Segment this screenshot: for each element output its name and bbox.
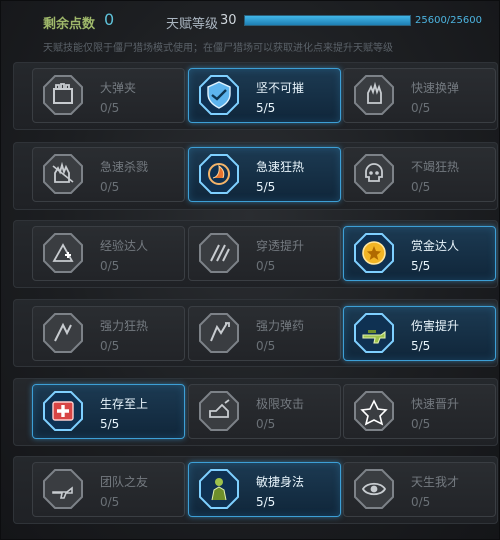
talent-level: 0/5 bbox=[100, 101, 120, 115]
talent-level: 0/5 bbox=[256, 417, 276, 431]
talent-card[interactable]: 坚不可摧 5/5 bbox=[188, 68, 341, 123]
talent-level-label: 天赋等级 bbox=[166, 17, 219, 32]
talent-name: 天生我才 bbox=[411, 475, 460, 489]
talent-level: 5/5 bbox=[100, 417, 120, 431]
skull-icon bbox=[352, 152, 396, 196]
remaining-points-label: 剩余点数 bbox=[43, 17, 96, 32]
soldier-icon bbox=[197, 467, 241, 511]
talent-note: 天赋技能仅限于僵尸猎场模式使用；在僵尸猎场可以获取进化点来提升天赋等级 bbox=[43, 43, 393, 54]
talent-card[interactable]: 不竭狂热 0/5 bbox=[343, 147, 496, 202]
eye-icon bbox=[352, 467, 396, 511]
talent-level: 0/5 bbox=[100, 339, 120, 353]
talent-name: 快速换弹 bbox=[411, 81, 460, 95]
talent-level: 0/5 bbox=[256, 259, 276, 273]
talent-name: 生存至上 bbox=[100, 397, 149, 411]
talent-level: 0/5 bbox=[411, 101, 431, 115]
power-ammo-icon bbox=[197, 311, 241, 355]
talent-name: 经验达人 bbox=[100, 239, 149, 253]
talent-card[interactable]: 强力弹药 0/5 bbox=[188, 306, 341, 361]
talent-card[interactable]: 大弹夹 0/5 bbox=[32, 68, 185, 123]
talent-card[interactable]: 穿透提升 0/5 bbox=[188, 226, 341, 281]
talent-card[interactable]: 伤害提升 5/5 bbox=[343, 306, 496, 361]
talent-name: 团队之友 bbox=[100, 475, 149, 489]
talent-level: 0/5 bbox=[411, 180, 431, 194]
talent-card[interactable]: 赏金达人 5/5 bbox=[343, 226, 496, 281]
talent-name: 敏捷身法 bbox=[256, 475, 305, 489]
talent-level: 0/5 bbox=[411, 417, 431, 431]
talent-name: 极限攻击 bbox=[256, 397, 305, 411]
talent-name: 急速杀戮 bbox=[100, 160, 149, 174]
penetration-icon bbox=[197, 231, 241, 275]
xp-progress-fill bbox=[245, 16, 410, 25]
talent-card[interactable]: 急速杀戮 0/5 bbox=[32, 147, 185, 202]
team-gun-icon bbox=[41, 467, 85, 511]
talent-name: 穿透提升 bbox=[256, 239, 305, 253]
talent-card[interactable]: 强力狂热 0/5 bbox=[32, 306, 185, 361]
talent-name: 急速狂热 bbox=[256, 160, 305, 174]
talent-card[interactable]: 急速狂热 5/5 bbox=[188, 147, 341, 202]
talent-card[interactable]: 快速换弹 0/5 bbox=[343, 68, 496, 123]
gold-coin-icon bbox=[352, 231, 396, 275]
talent-card[interactable]: 敏捷身法 5/5 bbox=[188, 462, 341, 517]
talent-level: 5/5 bbox=[256, 180, 276, 194]
talent-level: 5/5 bbox=[256, 101, 276, 115]
xp-progress-text: 25600/25600 bbox=[415, 15, 482, 26]
talent-level: 0/5 bbox=[100, 495, 120, 509]
talent-level: 0/5 bbox=[411, 495, 431, 509]
talent-name: 快速晋升 bbox=[411, 397, 460, 411]
rifle-icon bbox=[352, 311, 396, 355]
shield-icon bbox=[197, 73, 241, 117]
talent-name: 伤害提升 bbox=[411, 319, 460, 333]
talent-name: 强力弹药 bbox=[256, 319, 305, 333]
talent-level: 0/5 bbox=[256, 339, 276, 353]
talent-header: 剩余点数 0 天赋等级 30 25600/25600 天赋技能仅限于僵尸猎场模式… bbox=[1, 1, 500, 61]
talent-card[interactable]: 团队之友 0/5 bbox=[32, 462, 185, 517]
talent-card[interactable]: 极限攻击 0/5 bbox=[188, 384, 341, 439]
extreme-attack-icon bbox=[197, 389, 241, 433]
hand-slash-icon bbox=[41, 152, 85, 196]
fire-swirl-icon bbox=[197, 152, 241, 196]
talent-level-value: 30 bbox=[220, 13, 237, 28]
talent-card[interactable]: 生存至上 5/5 bbox=[32, 384, 185, 439]
remaining-points-value: 0 bbox=[104, 10, 115, 29]
talent-name: 坚不可摧 bbox=[256, 81, 305, 95]
talent-name: 赏金达人 bbox=[411, 239, 460, 253]
talent-level: 5/5 bbox=[411, 339, 431, 353]
xp-plus-icon bbox=[41, 231, 85, 275]
rank-up-icon bbox=[352, 389, 396, 433]
ammo-crate-icon bbox=[41, 73, 85, 117]
talent-level: 0/5 bbox=[100, 180, 120, 194]
hand-reload-icon bbox=[352, 73, 396, 117]
xp-progress-bar bbox=[244, 15, 411, 26]
medkit-icon bbox=[41, 389, 85, 433]
power-frenzy-icon bbox=[41, 311, 85, 355]
talent-level: 5/5 bbox=[411, 259, 431, 273]
talent-name: 大弹夹 bbox=[100, 81, 137, 95]
talent-name: 不竭狂热 bbox=[411, 160, 460, 174]
talent-card[interactable]: 天生我才 0/5 bbox=[343, 462, 496, 517]
talent-panel: 剩余点数 0 天赋等级 30 25600/25600 天赋技能仅限于僵尸猎场模式… bbox=[0, 0, 500, 540]
talent-level: 0/5 bbox=[100, 259, 120, 273]
talent-card[interactable]: 快速晋升 0/5 bbox=[343, 384, 496, 439]
talent-card[interactable]: 经验达人 0/5 bbox=[32, 226, 185, 281]
talent-level: 5/5 bbox=[256, 495, 276, 509]
talent-name: 强力狂热 bbox=[100, 319, 149, 333]
